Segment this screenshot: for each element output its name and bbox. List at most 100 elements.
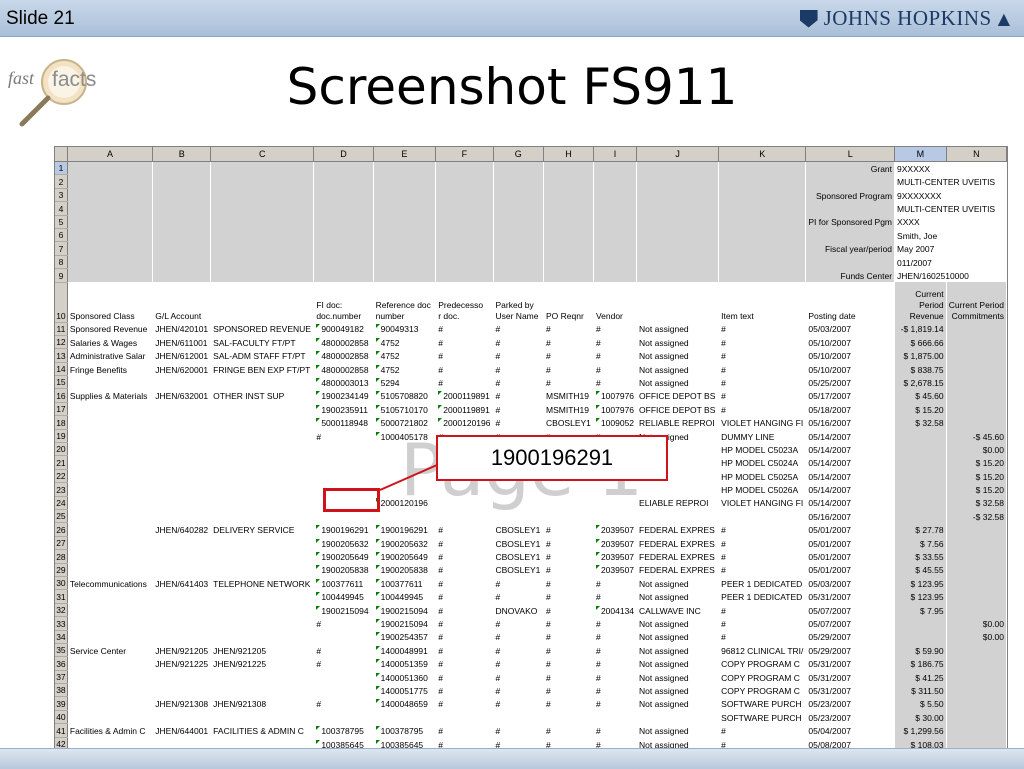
cell[interactable]: 05/31/2007: [805, 683, 896, 697]
cell[interactable]: [718, 228, 807, 242]
cell[interactable]: [373, 455, 437, 470]
cell[interactable]: #: [313, 616, 374, 630]
cell[interactable]: COPY PROGRAM C: [718, 656, 807, 671]
cell[interactable]: JHEN/420101: [152, 322, 212, 336]
cell[interactable]: [152, 415, 212, 430]
cell[interactable]: [493, 188, 545, 202]
info-label[interactable]: [805, 201, 896, 216]
cell[interactable]: #: [493, 616, 545, 630]
cell[interactable]: #: [718, 335, 807, 349]
cell[interactable]: [543, 215, 594, 229]
cell[interactable]: [67, 402, 154, 416]
cell[interactable]: [593, 268, 638, 283]
cell[interactable]: [152, 375, 212, 389]
cell[interactable]: #: [493, 670, 545, 684]
cell[interactable]: #: [435, 616, 494, 630]
cell[interactable]: 1900235911: [313, 402, 374, 416]
cell[interactable]: [67, 415, 154, 430]
cell[interactable]: $ 1,875.00: [894, 348, 947, 363]
cell[interactable]: [152, 670, 212, 684]
cell[interactable]: [894, 469, 947, 483]
cell[interactable]: $ 15.20: [946, 482, 1007, 497]
column-title[interactable]: [636, 282, 720, 323]
cell[interactable]: 1007976: [593, 402, 638, 416]
cell[interactable]: [152, 710, 212, 724]
cell[interactable]: [313, 455, 374, 470]
cell[interactable]: [67, 589, 154, 604]
cell[interactable]: 05/16/2007: [805, 509, 896, 523]
cell[interactable]: [210, 402, 315, 416]
cell[interactable]: [152, 201, 212, 216]
cell[interactable]: Not assigned: [636, 335, 720, 349]
row-number[interactable]: 21: [55, 455, 68, 470]
cell[interactable]: $ 7.56: [894, 536, 947, 550]
cell[interactable]: [67, 161, 154, 175]
cell[interactable]: [718, 241, 807, 256]
cell[interactable]: $ 7.95: [894, 603, 947, 617]
cell[interactable]: 5294: [373, 375, 437, 389]
cell[interactable]: [593, 215, 638, 229]
row-number[interactable]: 31: [55, 589, 68, 604]
cell[interactable]: [946, 549, 1007, 564]
info-value[interactable]: XXXX: [894, 215, 1007, 229]
cell[interactable]: [313, 630, 374, 644]
cell[interactable]: 05/17/2007: [805, 388, 896, 403]
cell[interactable]: FEDERAL EXPRES: [636, 522, 720, 537]
row-number[interactable]: 26: [55, 522, 68, 537]
cell[interactable]: #: [593, 362, 638, 376]
cell[interactable]: 05/14/2007: [805, 482, 896, 497]
cell[interactable]: #: [593, 670, 638, 684]
cell[interactable]: #: [435, 563, 494, 577]
cell[interactable]: #: [718, 348, 807, 363]
cell[interactable]: [435, 509, 494, 523]
cell[interactable]: $ 838.75: [894, 362, 947, 376]
info-label[interactable]: Funds Center: [805, 268, 896, 283]
cell[interactable]: #: [543, 616, 594, 630]
cell[interactable]: MSMITH19: [543, 402, 594, 416]
cell[interactable]: #: [435, 656, 494, 671]
cell[interactable]: [718, 188, 807, 202]
cell[interactable]: [210, 630, 315, 644]
cell[interactable]: FEDERAL EXPRES: [636, 563, 720, 577]
row-number[interactable]: 23: [55, 482, 68, 497]
cell[interactable]: [152, 482, 212, 497]
cell[interactable]: #: [493, 415, 545, 430]
cell[interactable]: 05/03/2007: [805, 322, 896, 336]
cell[interactable]: $0.00: [946, 630, 1007, 644]
cell[interactable]: [373, 469, 437, 483]
cell[interactable]: [718, 255, 807, 269]
row-number[interactable]: 20: [55, 442, 68, 457]
cell[interactable]: 05/14/2007: [805, 442, 896, 456]
cell[interactable]: #: [543, 603, 594, 617]
cell[interactable]: [543, 228, 594, 242]
cell[interactable]: 4800002858: [313, 348, 374, 363]
cell[interactable]: [636, 268, 720, 283]
cell[interactable]: #: [493, 335, 545, 349]
cell[interactable]: [67, 549, 154, 564]
cell[interactable]: Not assigned: [636, 362, 720, 376]
column-title[interactable]: PO Reqnr: [543, 282, 594, 323]
cell[interactable]: $ 5.50: [894, 696, 947, 711]
cell[interactable]: $ 33.55: [894, 549, 947, 564]
column-title[interactable]: Current Period Commitments: [946, 282, 1007, 323]
cell[interactable]: [152, 536, 212, 550]
cell[interactable]: [152, 429, 212, 443]
cell[interactable]: 1009052: [593, 415, 638, 430]
cell[interactable]: Supplies & Materials: [67, 388, 154, 403]
cell[interactable]: [210, 549, 315, 564]
cell[interactable]: [373, 442, 437, 456]
cell[interactable]: 05/10/2007: [805, 335, 896, 349]
cell[interactable]: #: [593, 616, 638, 630]
cell[interactable]: COPY PROGRAM C: [718, 683, 807, 697]
cell[interactable]: [636, 188, 720, 202]
cell[interactable]: Service Center: [67, 643, 154, 657]
cell[interactable]: $ 666.66: [894, 335, 947, 349]
cell[interactable]: 05/14/2007: [805, 455, 896, 470]
cell[interactable]: $ 123.95: [894, 576, 947, 590]
cell[interactable]: [493, 228, 545, 242]
row-number[interactable]: 28: [55, 549, 68, 564]
column-header-d[interactable]: D: [313, 147, 374, 162]
row-number[interactable]: 36: [55, 656, 68, 671]
cell[interactable]: DNOVAKO: [493, 603, 545, 617]
info-value[interactable]: 9XXXXXXX: [894, 188, 1007, 202]
